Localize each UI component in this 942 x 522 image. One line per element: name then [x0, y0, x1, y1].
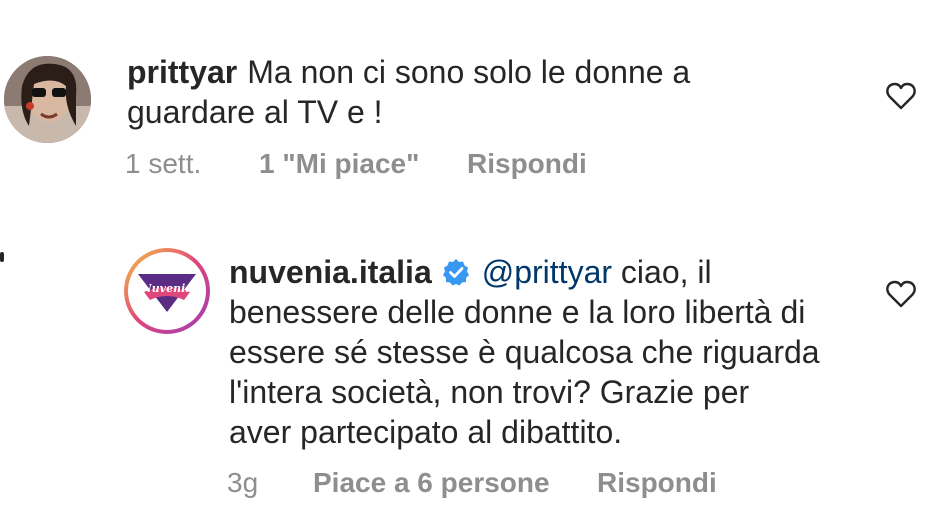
avatar-logo-text: Nuvenia	[141, 282, 193, 295]
comment-nuvenia-italia: Nuvenia nuvenia.italia @prittyar ciao, i…	[0, 210, 942, 522]
like-button[interactable]	[886, 82, 916, 110]
heart-outline-icon	[886, 82, 916, 110]
comment-time[interactable]: 1 sett.	[125, 148, 201, 180]
comment-text: nuvenia.italia @prittyar ciao, il beness…	[229, 252, 820, 452]
reply-button[interactable]: Rispondi	[597, 467, 717, 499]
comment-meta: 1 sett. 1 "Mi piace" Rispondi	[125, 148, 725, 182]
avatar[interactable]	[4, 56, 91, 143]
nuvenia-logo-icon: Nuvenia	[138, 274, 196, 312]
comment-body-line: Ma non ci sono solo le donne a	[247, 54, 691, 90]
comment-body-line: guardare al TV e !	[127, 94, 383, 130]
comment-body-line: aver partecipato al dibattito.	[229, 414, 623, 450]
comment-body-line: essere sé stesse è qualcosa che riguarda	[229, 334, 820, 370]
heart-outline-icon	[886, 280, 916, 308]
verified-badge-icon	[442, 259, 469, 286]
comment-time[interactable]: 3g	[227, 467, 258, 499]
comment-meta: 3g Piace a 6 persone Rispondi	[227, 467, 827, 501]
comment-text: prittyar Ma non ci sono solo le donne a g…	[127, 52, 690, 132]
comment-body-line: l'intera società, non trovi? Grazie per	[229, 374, 750, 410]
comment-prittyar: prittyar Ma non ci sono solo le donne a g…	[0, 0, 942, 210]
reply-button[interactable]: Rispondi	[467, 148, 587, 180]
avatar[interactable]: Nuvenia	[124, 248, 210, 334]
comment-body-line: ciao, il	[612, 254, 712, 290]
mention-link[interactable]: @prittyar	[482, 254, 612, 290]
comment-body-line: benessere delle donne e la loro libertà …	[229, 294, 806, 330]
likes-count[interactable]: Piace a 6 persone	[313, 467, 550, 499]
avatar-photo-icon	[4, 56, 91, 143]
like-button[interactable]	[886, 280, 916, 308]
username[interactable]: prittyar	[127, 54, 237, 90]
likes-count[interactable]: 1 "Mi piace"	[259, 148, 419, 180]
username[interactable]: nuvenia.italia	[229, 254, 432, 290]
